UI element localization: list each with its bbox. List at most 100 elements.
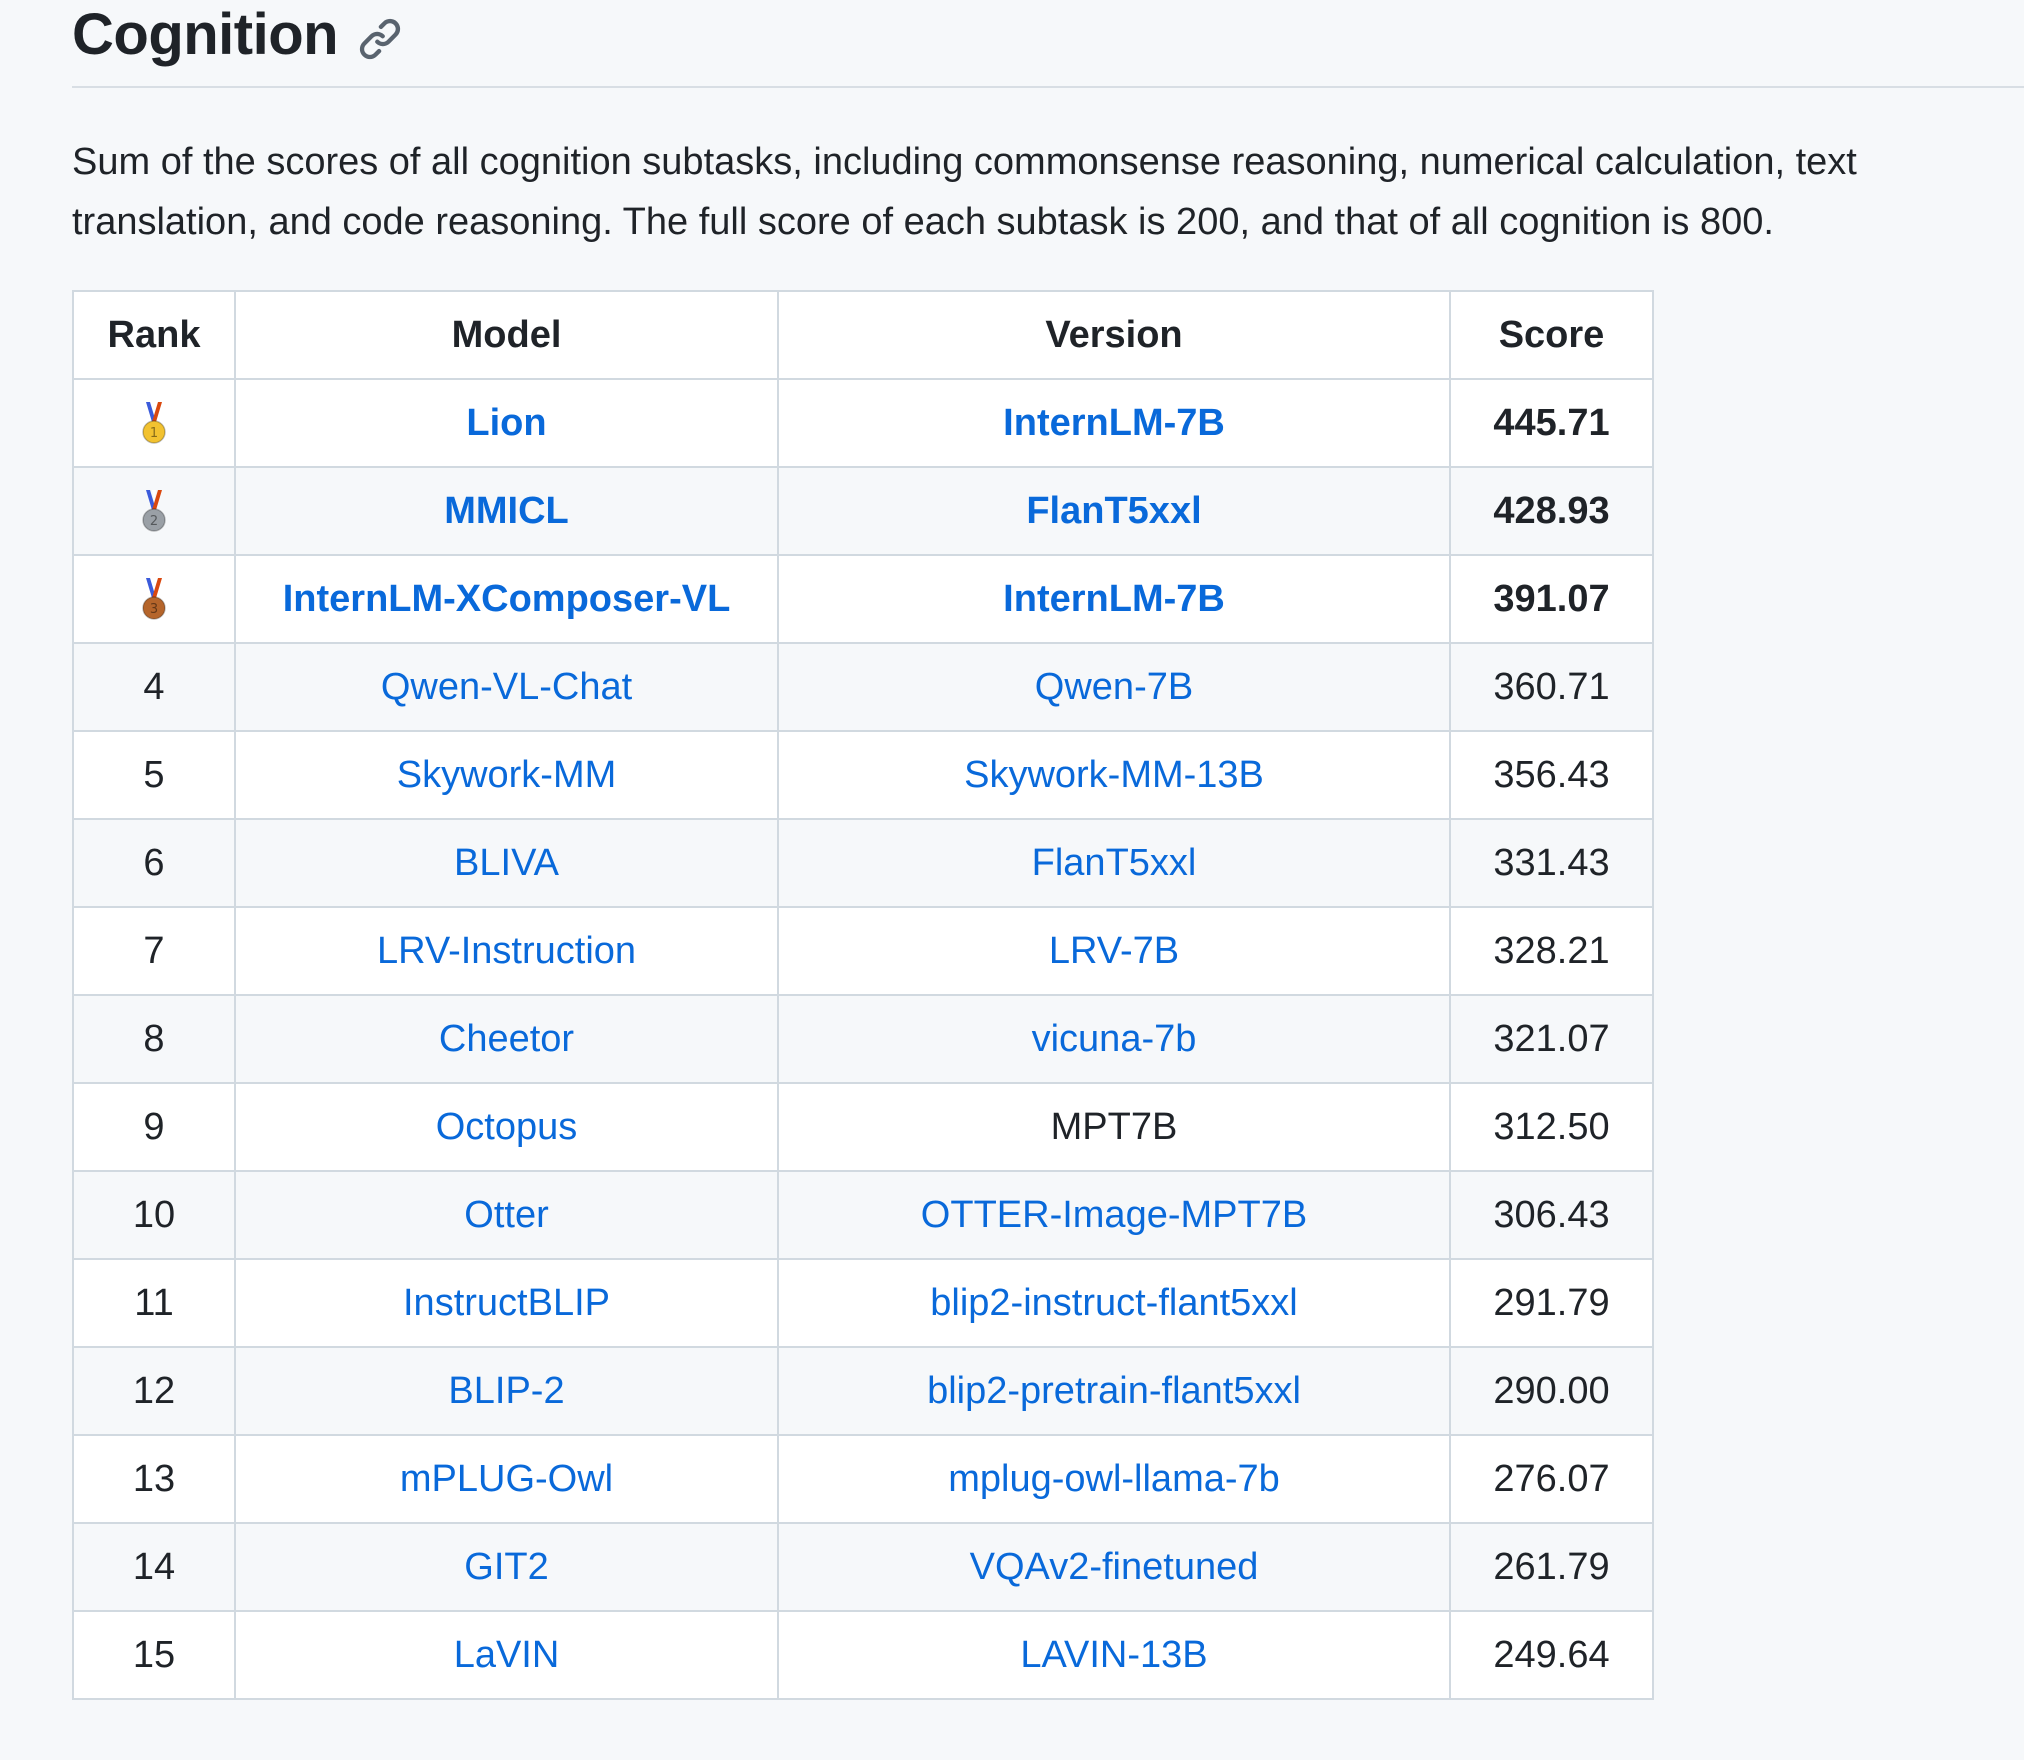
model-link[interactable]: Skywork-MM: [397, 754, 617, 796]
score-cell: 249.64: [1449, 1610, 1654, 1700]
table-row: 12 BLIP-2 blip2-pretrain-flant5xxl 290.00: [72, 1346, 1654, 1436]
leaderboard-table: Rank Model Version Score 1 Lion InternLM-7…: [72, 290, 1654, 1700]
table-row: 9 Octopus MPT7B 312.50: [72, 1082, 1654, 1172]
rank-value: 4: [143, 665, 165, 708]
version-cell: InternLM-7B: [777, 378, 1451, 468]
table-row: 6 BLIVA FlanT5xxl 331.43: [72, 818, 1654, 908]
section-title: Cognition: [72, 2, 339, 67]
model-link[interactable]: mPLUG-Owl: [400, 1458, 613, 1500]
model-link[interactable]: MMICL: [444, 490, 569, 532]
model-link[interactable]: LRV-Instruction: [377, 930, 636, 972]
model-link[interactable]: Qwen-VL-Chat: [381, 666, 632, 708]
model-link[interactable]: InternLM-XComposer-VL: [283, 578, 731, 620]
version-link[interactable]: LAVIN-13B: [1020, 1634, 1207, 1676]
score-value: 312.50: [1493, 1105, 1610, 1148]
table-row: 5 Skywork-MM Skywork-MM-13B 356.43: [72, 730, 1654, 820]
version-link[interactable]: blip2-instruct-flant5xxl: [930, 1282, 1297, 1324]
table-row: 15 LaVIN LAVIN-13B 249.64: [72, 1610, 1654, 1700]
model-link[interactable]: LaVIN: [454, 1634, 560, 1676]
header-rank: Rank: [72, 290, 236, 380]
model-cell: Lion: [234, 378, 779, 468]
version-link[interactable]: Qwen-7B: [1035, 666, 1193, 708]
version-text: MPT7B: [1050, 1105, 1178, 1148]
table-header-row: Rank Model Version Score: [72, 290, 1654, 380]
rank-cell: 8: [72, 994, 236, 1084]
model-cell: LaVIN: [234, 1610, 779, 1700]
version-link[interactable]: FlanT5xxl: [1026, 490, 1201, 532]
score-cell: 306.43: [1449, 1170, 1654, 1260]
score-cell: 276.07: [1449, 1434, 1654, 1524]
model-cell: mPLUG-Owl: [234, 1434, 779, 1524]
model-cell: LRV-Instruction: [234, 906, 779, 996]
model-link[interactable]: BLIP-2: [448, 1370, 564, 1412]
score-value: 391.07: [1493, 577, 1610, 620]
version-cell: LAVIN-13B: [777, 1610, 1451, 1700]
model-link[interactable]: InstructBLIP: [403, 1282, 610, 1324]
link-icon[interactable]: [357, 16, 403, 62]
model-link[interactable]: Octopus: [436, 1106, 578, 1148]
rank-cell: 7: [72, 906, 236, 996]
model-cell: Cheetor: [234, 994, 779, 1084]
rank-cell: 6: [72, 818, 236, 908]
rank-value: 11: [134, 1281, 174, 1324]
rank-cell: 10: [72, 1170, 236, 1260]
score-value: 356.43: [1493, 753, 1610, 796]
version-cell: MPT7B: [777, 1082, 1451, 1172]
model-cell: InternLM-XComposer-VL: [234, 554, 779, 644]
section-description: Sum of the scores of all cognition subta…: [72, 141, 1857, 243]
version-link[interactable]: vicuna-7b: [1032, 1018, 1197, 1060]
rank-value: 14: [132, 1545, 176, 1588]
score-value: 290.00: [1493, 1369, 1610, 1412]
score-value: 249.64: [1493, 1633, 1610, 1676]
score-cell: 261.79: [1449, 1522, 1654, 1612]
model-link[interactable]: GIT2: [464, 1546, 548, 1588]
table-row: 1 Lion InternLM-7B 445.71: [72, 378, 1654, 468]
version-link[interactable]: Skywork-MM-13B: [964, 754, 1264, 796]
version-cell: Skywork-MM-13B: [777, 730, 1451, 820]
model-cell: GIT2: [234, 1522, 779, 1612]
score-cell: 428.93: [1449, 466, 1654, 556]
rank-cell: 5: [72, 730, 236, 820]
silver-medal-icon: 2: [139, 488, 169, 534]
rank-value: 10: [132, 1193, 176, 1236]
version-link[interactable]: VQAv2-finetuned: [970, 1546, 1259, 1588]
version-cell: OTTER-Image-MPT7B: [777, 1170, 1451, 1260]
score-value: 360.71: [1493, 665, 1610, 708]
model-cell: MMICL: [234, 466, 779, 556]
score-cell: 356.43: [1449, 730, 1654, 820]
version-link[interactable]: LRV-7B: [1049, 930, 1179, 972]
score-cell: 290.00: [1449, 1346, 1654, 1436]
score-value: 331.43: [1493, 841, 1610, 884]
score-value: 306.43: [1493, 1193, 1610, 1236]
model-link[interactable]: Otter: [464, 1194, 548, 1236]
model-link[interactable]: Lion: [466, 402, 546, 444]
readme-page: Cognition Sum of the scores of all cogni…: [0, 0, 2024, 1760]
version-link[interactable]: InternLM-7B: [1003, 402, 1225, 444]
score-cell: 328.21: [1449, 906, 1654, 996]
rank-value: 7: [143, 929, 165, 972]
bronze-medal-icon: 3: [139, 576, 169, 622]
rank-value: 13: [132, 1457, 176, 1500]
svg-text:1: 1: [150, 426, 158, 441]
table-row: 3 InternLM-XComposer-VL InternLM-7B 391.07: [72, 554, 1654, 644]
model-link[interactable]: BLIVA: [454, 842, 559, 884]
model-link[interactable]: Cheetor: [439, 1018, 574, 1060]
rank-cell: 15: [72, 1610, 236, 1700]
version-link[interactable]: OTTER-Image-MPT7B: [921, 1194, 1307, 1236]
rank-cell: 2: [72, 466, 236, 556]
score-cell: 391.07: [1449, 554, 1654, 644]
gold-medal-icon: 1: [139, 400, 169, 446]
version-link[interactable]: blip2-pretrain-flant5xxl: [927, 1370, 1301, 1412]
rank-cell: 13: [72, 1434, 236, 1524]
model-cell: Skywork-MM: [234, 730, 779, 820]
rank-value: 6: [143, 841, 165, 884]
version-link[interactable]: FlanT5xxl: [1032, 842, 1197, 884]
table-row: 11 InstructBLIP blip2-instruct-flant5xxl 29…: [72, 1258, 1654, 1348]
version-cell: mplug-owl-llama-7b: [777, 1434, 1451, 1524]
version-link[interactable]: InternLM-7B: [1003, 578, 1225, 620]
version-cell: blip2-instruct-flant5xxl: [777, 1258, 1451, 1348]
version-link[interactable]: mplug-owl-llama-7b: [948, 1458, 1280, 1500]
version-cell: Qwen-7B: [777, 642, 1451, 732]
score-cell: 445.71: [1449, 378, 1654, 468]
rank-cell: 12: [72, 1346, 236, 1436]
